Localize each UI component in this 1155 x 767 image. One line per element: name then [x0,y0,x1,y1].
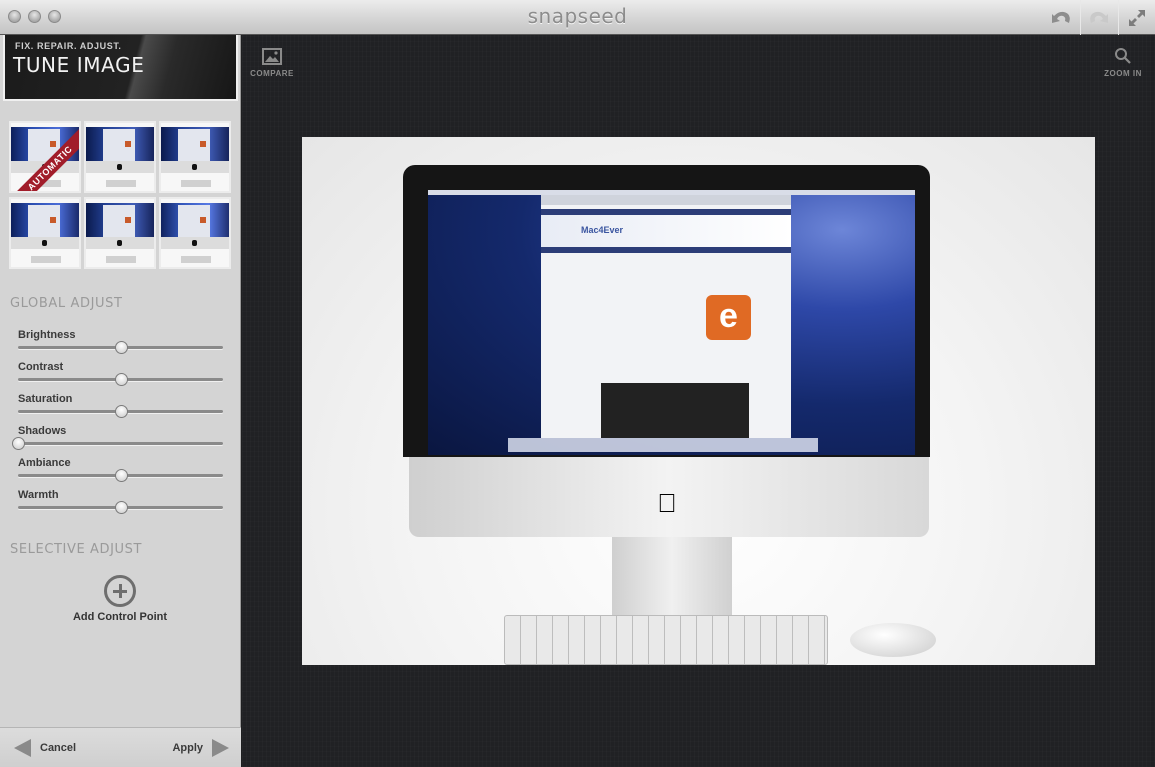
tune-image-panel: FIX. REPAIR. ADJUST. TUNE IMAGE AUTOMATI… [0,35,241,767]
redo-icon [1090,11,1108,23]
undo-button[interactable] [1042,0,1079,35]
slider-track[interactable] [18,469,223,482]
edited-photo[interactable]: Mac4Ever  [302,137,1095,665]
preset-thumbnail[interactable] [159,121,231,193]
mouse [850,623,936,657]
panel-title: TUNE IMAGE [13,53,145,77]
slider-label: Shadows [18,425,67,437]
slider-track[interactable] [18,405,223,418]
apple-logo-icon:  [656,489,678,517]
app-tile [706,295,751,340]
slider-thumb[interactable] [114,341,128,354]
slider-thumb[interactable] [114,469,128,482]
panel-subtitle: FIX. REPAIR. ADJUST. [15,41,122,51]
image-canvas: COMPARE ZOOM IN Mac4Ever  [242,35,1155,767]
fullscreen-icon [1129,9,1145,26]
slider-track[interactable] [18,501,223,514]
cancel-label: Cancel [40,742,77,754]
slider-label: Saturation [18,393,73,405]
preset-thumbnail[interactable] [84,197,156,269]
slider-label: Contrast [18,361,64,373]
redo-button[interactable] [1080,0,1117,35]
magnifier-icon [1115,48,1131,64]
slider-thumb[interactable] [12,437,25,450]
compare-button[interactable]: COMPARE [250,45,294,78]
browser-window: Mac4Ever [541,195,791,438]
preset-thumbnail[interactable] [84,121,156,193]
compare-label: COMPARE [250,69,294,78]
slider-track[interactable] [18,341,223,354]
website-name: Mac4Ever [581,225,624,235]
arrow-left-icon [14,739,31,757]
dock [508,438,818,452]
add-control-point-button[interactable]: Add Control Point [70,575,170,623]
apply-label: Apply [172,742,203,754]
slider-track[interactable] [18,373,223,386]
slider-ambiance: Ambiance [18,457,224,489]
slider-saturation: Saturation [18,393,224,425]
add-circle-icon [104,575,136,607]
slider-thumb[interactable] [114,373,128,386]
global-adjust-title: GLOBAL ADJUST [10,296,123,311]
cancel-button[interactable]: Cancel [14,728,76,767]
apply-button[interactable]: Apply [172,728,229,767]
slider-label: Ambiance [18,457,71,469]
panel-header: FIX. REPAIR. ADJUST. TUNE IMAGE [3,35,238,101]
add-control-point-label: Add Control Point [72,611,168,623]
arrow-right-icon [212,739,229,757]
slider-thumb[interactable] [114,405,128,418]
zoom-in-label: ZOOM IN [1104,69,1142,78]
keyboard [504,615,828,665]
zoom-in-button[interactable]: ZOOM IN [1101,45,1145,78]
title-bar: snapseed [0,0,1155,35]
slider-label: Warmth [18,489,59,501]
slider-brightness: Brightness [18,329,224,361]
image-icon [262,47,282,65]
imac-stand [612,537,732,615]
slider-label: Brightness [18,329,76,341]
app-title: snapseed [527,4,628,28]
preset-thumbnail[interactable] [159,197,231,269]
selective-adjust-title: SELECTIVE ADJUST [10,542,143,557]
preset-grid: AUTOMATIC [9,121,233,269]
slider-thumb[interactable] [114,501,128,514]
undo-icon [1051,11,1070,23]
panel-footer: Cancel Apply [0,727,241,767]
slider-track[interactable] [12,437,223,450]
fullscreen-button[interactable] [1118,0,1155,35]
slider-warmth: Warmth [18,489,224,521]
preset-automatic[interactable]: AUTOMATIC [9,121,81,193]
preset-thumbnail[interactable] [9,197,81,269]
slider-contrast: Contrast [18,361,224,393]
slider-shadows: Shadows [12,425,224,457]
imac-screen: Mac4Ever [428,190,915,455]
